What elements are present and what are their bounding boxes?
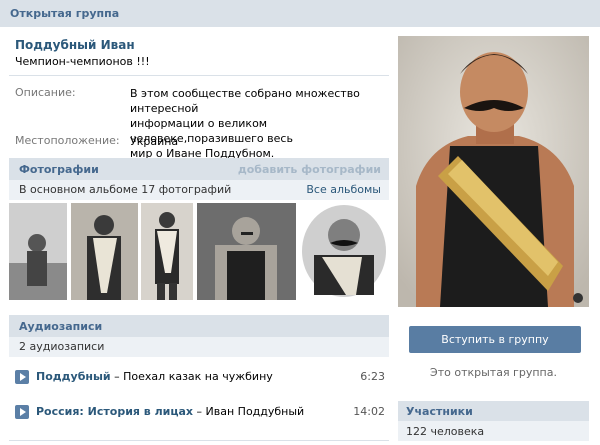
location-value: Украина <box>130 135 179 148</box>
location-label: Местоположение: <box>15 134 120 147</box>
audio-section-header[interactable]: Аудиозаписи <box>9 315 389 337</box>
info-description-row: Описание: В этом сообществе собрано множ… <box>15 86 385 160</box>
members-title[interactable]: Участники <box>406 405 473 418</box>
audio-title[interactable]: Аудиозаписи <box>19 320 102 333</box>
audio-subheader: 2 аудиозаписи <box>9 337 389 357</box>
album-count-text: В основном альбоме 17 фотографий <box>19 183 232 196</box>
track-duration: 6:23 <box>360 370 385 383</box>
track-separator: – <box>110 370 124 383</box>
all-albums-link[interactable]: Все альбомы <box>306 183 381 196</box>
description-line: В этом сообществе собрано множество инте… <box>130 87 360 115</box>
members-count: 122 человека <box>398 421 589 441</box>
audio-track[interactable]: Поддубный – Поехал казак на чужбину 6:23 <box>15 368 385 388</box>
photo-5-image <box>300 203 388 300</box>
photos-subheader: В основном альбоме 17 фотографий Все аль… <box>9 180 389 200</box>
photo-4-image <box>197 203 296 300</box>
photo-3-image <box>141 203 193 300</box>
track-artist[interactable]: Поддубный <box>36 370 111 383</box>
add-photos-link[interactable]: добавить фотографии <box>238 163 381 176</box>
audio-count-text: 2 аудиозаписи <box>19 340 105 353</box>
open-group-text: Это открытая группа. <box>430 366 557 379</box>
group-avatar[interactable] <box>398 36 589 307</box>
group-avatar-image <box>398 36 589 307</box>
track-artist[interactable]: Россия: История в лицах <box>36 405 193 418</box>
photo-thumbnail[interactable] <box>141 203 193 300</box>
members-header[interactable]: Участники <box>398 401 589 421</box>
page-header-title: Открытая группа <box>10 7 120 20</box>
photo-thumbnail[interactable] <box>300 203 388 300</box>
divider <box>9 440 389 441</box>
track-text[interactable]: Поддубный – Поехал казак на чужбину <box>36 370 273 383</box>
photo-thumbnail[interactable] <box>71 203 138 300</box>
page-header: Открытая группа <box>0 0 600 27</box>
track-text[interactable]: Россия: История в лицах – Иван Поддубный <box>36 405 304 418</box>
play-icon[interactable] <box>15 405 29 419</box>
group-status: Чемпион-чемпионов !!! <box>15 55 150 68</box>
photo-thumbnail[interactable] <box>197 203 296 300</box>
track-title: Поехал казак на чужбину <box>123 370 273 383</box>
audio-track[interactable]: Россия: История в лицах – Иван Поддубный… <box>15 403 385 423</box>
group-name: Поддубный Иван <box>15 38 135 52</box>
photos-title[interactable]: Фотографии <box>19 163 99 176</box>
photo-1-image <box>9 203 67 300</box>
info-location-row: Местоположение: Украина <box>15 134 385 149</box>
photo-thumbnail[interactable] <box>9 203 67 300</box>
play-icon[interactable] <box>15 370 29 384</box>
description-value: В этом сообществе собрано множество инте… <box>130 86 380 161</box>
photo-2-image <box>71 203 138 300</box>
join-group-button[interactable]: Вступить в группу <box>409 326 581 353</box>
photos-section-header[interactable]: Фотографии добавить фотографии <box>9 158 389 180</box>
divider <box>9 75 389 76</box>
track-separator: – <box>193 405 206 418</box>
track-duration: 14:02 <box>353 405 385 418</box>
track-title: Иван Поддубный <box>205 405 305 418</box>
description-label: Описание: <box>15 86 76 99</box>
